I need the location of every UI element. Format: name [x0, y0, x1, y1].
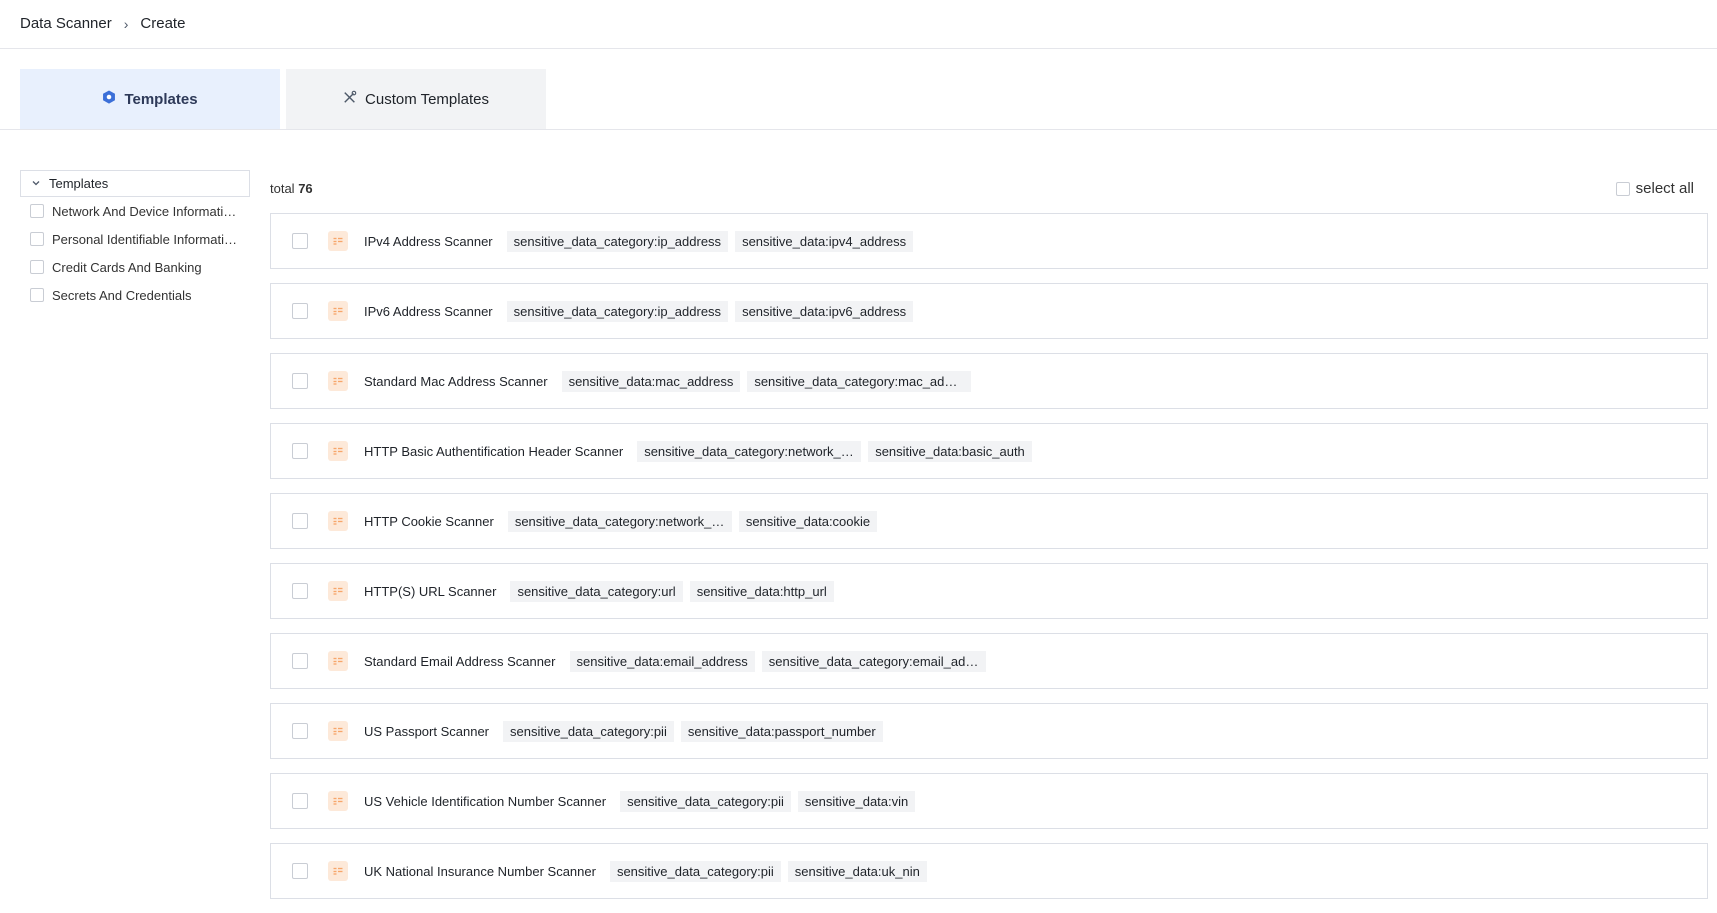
- tab-bar: Templates Custom Templates: [20, 69, 546, 129]
- scanner-name: IPv6 Address Scanner: [364, 303, 493, 319]
- scanner-name: HTTP Cookie Scanner: [364, 513, 494, 529]
- total-count: total 76: [270, 181, 313, 196]
- scanner-tag: sensitive_data_category:pii: [620, 790, 791, 812]
- scanner-row[interactable]: IPv6 Address Scanner sensitive_data_categ…: [270, 283, 1708, 339]
- scanner-tag: sensitive_data:basic_auth: [868, 440, 1032, 462]
- scanner-row[interactable]: US Passport Scanner sensitive_data_catego…: [270, 703, 1708, 759]
- tools-icon: [343, 90, 357, 108]
- row-checkbox[interactable]: [292, 443, 308, 459]
- tree-item-pii[interactable]: Personal Identifiable Information: [20, 225, 250, 253]
- tree-item-checkbox[interactable]: [30, 260, 44, 274]
- breadcrumb-data-scanner[interactable]: Data Scanner: [20, 15, 112, 32]
- scanner-row[interactable]: HTTP Basic Authentification Header Scann…: [270, 423, 1708, 479]
- scanner-name: Standard Email Address Scanner: [364, 653, 556, 669]
- row-checkbox[interactable]: [292, 373, 308, 389]
- scanner-rule-icon: [328, 301, 348, 321]
- scanner-tag: sensitive_data:passport_number: [680, 720, 883, 742]
- row-checkbox[interactable]: [292, 583, 308, 599]
- scanner-name: UK National Insurance Number Scanner: [364, 863, 596, 879]
- tree-item-label: Network And Device Information: [52, 203, 237, 219]
- select-all-label: select all: [1635, 180, 1694, 197]
- scanner-rule-icon: [328, 791, 348, 811]
- tab-custom-templates-label: Custom Templates: [365, 90, 489, 108]
- row-checkbox[interactable]: [292, 723, 308, 739]
- tab-templates-label: Templates: [124, 90, 198, 108]
- select-all-checkbox[interactable]: [1615, 181, 1630, 196]
- scanner-tag: sensitive_data:ipv4_address: [735, 230, 914, 252]
- scanner-row[interactable]: HTTP Cookie Scanner sensitive_data_catego…: [270, 493, 1708, 549]
- row-checkbox[interactable]: [292, 233, 308, 249]
- tree-item-network-device[interactable]: Network And Device Information: [20, 197, 250, 225]
- total-value: 76: [298, 181, 313, 196]
- scanner-row[interactable]: IPv4 Address Scanner sensitive_data_categ…: [270, 213, 1708, 269]
- scanner-rule-icon: [328, 861, 348, 881]
- scanner-name: US Vehicle Identification Number Scanner: [364, 793, 607, 809]
- scanner-tag: sensitive_data_category:ip_address: [506, 230, 729, 252]
- scanner-row[interactable]: Standard Mac Address Scanner sensitive_da…: [270, 353, 1708, 409]
- select-all[interactable]: select all: [1615, 180, 1694, 197]
- scanner-tag: sensitive_data:ipv6_address: [735, 300, 914, 322]
- scanner-row[interactable]: Standard Email Address Scanner sensitive_…: [270, 633, 1708, 689]
- scanner-tag: sensitive_data_category:url: [510, 580, 683, 602]
- scanner-tag: sensitive_data_category:network_and_devi…: [637, 440, 862, 462]
- scanner-tag: sensitive_data:cookie: [738, 510, 878, 532]
- scanner-rule-icon: [328, 231, 348, 251]
- tree-root-templates[interactable]: Templates: [20, 170, 250, 197]
- scanner-list: IPv4 Address Scanner sensitive_data_categ…: [270, 213, 1708, 913]
- top-bar: Data Scanner › Create: [0, 0, 1717, 49]
- scanner-tag: sensitive_data_category:pii: [609, 860, 781, 882]
- scanner-tag: sensitive_data_category:mac_address: [747, 370, 972, 392]
- scanner-tag: sensitive_data:email_address: [569, 650, 755, 672]
- tree-item-checkbox[interactable]: [30, 204, 44, 218]
- tab-custom-templates[interactable]: Custom Templates: [286, 69, 546, 129]
- scanner-tag: sensitive_data:http_url: [689, 580, 834, 602]
- template-tree: Templates Network And Device Information…: [20, 170, 250, 309]
- tree-item-checkbox[interactable]: [30, 288, 44, 302]
- tree-item-credit-cards[interactable]: Credit Cards And Banking: [20, 253, 250, 281]
- chevron-down-icon: [31, 176, 41, 191]
- hexagon-icon: [102, 90, 116, 108]
- scanner-rule-icon: [328, 721, 348, 741]
- tree-item-label: Credit Cards And Banking: [52, 259, 202, 275]
- row-checkbox[interactable]: [292, 303, 308, 319]
- scanner-tag: sensitive_data_category:email_address: [761, 650, 986, 672]
- row-checkbox[interactable]: [292, 863, 308, 879]
- tree-item-label: Secrets And Credentials: [52, 287, 192, 303]
- row-checkbox[interactable]: [292, 653, 308, 669]
- row-checkbox[interactable]: [292, 793, 308, 809]
- scanner-name: HTTP(S) URL Scanner: [364, 583, 497, 599]
- scanner-rule-icon: [328, 651, 348, 671]
- scanner-tag: sensitive_data:mac_address: [561, 370, 741, 392]
- tree-root-label: Templates: [49, 176, 109, 191]
- scanner-tag: sensitive_data:vin: [797, 790, 916, 812]
- chevron-right-icon: ›: [123, 15, 129, 32]
- scanner-row[interactable]: HTTP(S) URL Scanner sensitive_data_catego…: [270, 563, 1708, 619]
- scanner-name: HTTP Basic Authentification Header Scann…: [364, 443, 624, 459]
- scanner-row[interactable]: US Vehicle Identification Number Scanner…: [270, 773, 1708, 829]
- tree-item-label: Personal Identifiable Information: [52, 231, 237, 247]
- breadcrumb-create: Create: [140, 15, 186, 32]
- scanner-tag: sensitive_data:uk_nin: [787, 860, 927, 882]
- scanner-tag: sensitive_data_category:network_and_devi…: [507, 510, 732, 532]
- total-label: total: [270, 181, 295, 196]
- tree-item-secrets[interactable]: Secrets And Credentials: [20, 281, 250, 309]
- scanner-tag: sensitive_data_category:ip_address: [506, 300, 729, 322]
- scanner-rule-icon: [328, 441, 348, 461]
- tree-item-checkbox[interactable]: [30, 232, 44, 246]
- scanner-rule-icon: [328, 581, 348, 601]
- scanner-name: Standard Mac Address Scanner: [364, 373, 548, 389]
- scanner-tag: sensitive_data_category:pii: [503, 720, 674, 742]
- scanner-rule-icon: [328, 511, 348, 531]
- tab-divider: [0, 129, 1717, 130]
- row-checkbox[interactable]: [292, 513, 308, 529]
- scanner-name: IPv4 Address Scanner: [364, 233, 493, 249]
- scanner-row[interactable]: UK National Insurance Number Scanner sens…: [270, 843, 1708, 899]
- breadcrumb: Data Scanner › Create: [20, 15, 185, 32]
- scanner-rule-icon: [328, 371, 348, 391]
- tab-templates[interactable]: Templates: [20, 69, 280, 129]
- scanner-name: US Passport Scanner: [364, 723, 490, 739]
